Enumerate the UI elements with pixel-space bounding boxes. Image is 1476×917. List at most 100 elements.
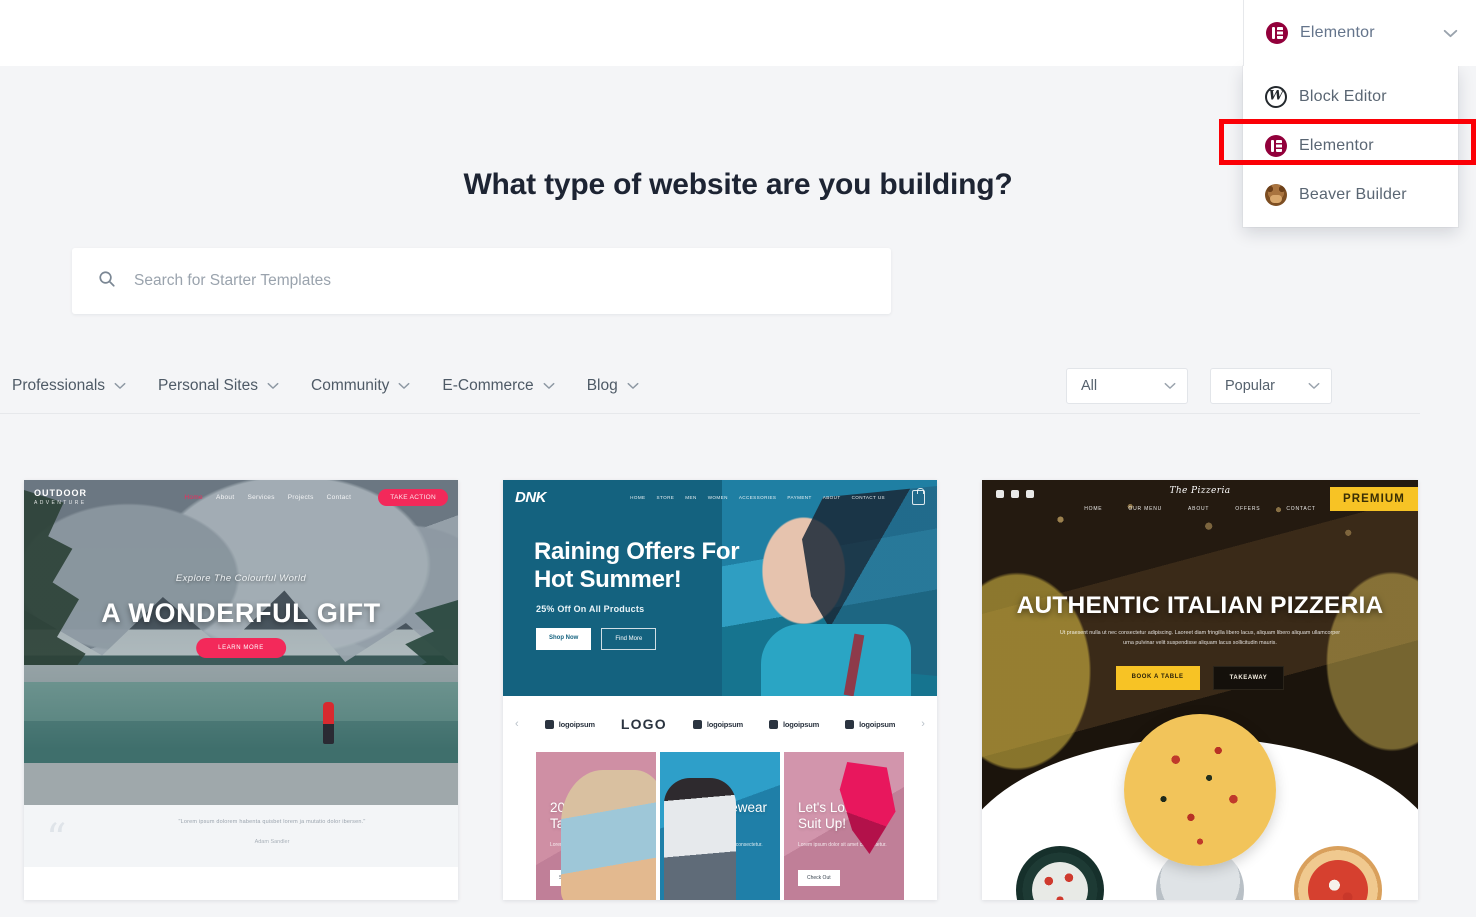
nav-link: Home (184, 493, 203, 501)
chevron-down-icon (1443, 29, 1458, 38)
carousel-prev-icon: ‹ (515, 718, 519, 730)
tile-button: Shop Now (674, 870, 716, 886)
nav-link: ABOUT (1188, 506, 1210, 512)
preview-subheadline: 25% Off On All Products (536, 604, 645, 614)
elementor-icon (1265, 134, 1287, 157)
chevron-down-icon (267, 382, 279, 390)
promo-tile: Latest Eyewear For You Lorem ipsum dolor… (660, 752, 780, 900)
sort-filter-value: Popular (1225, 378, 1275, 394)
page-builder-selector[interactable]: Elementor (1243, 0, 1476, 66)
category-community[interactable]: Community (295, 377, 426, 395)
template-preview-hero: OUTDOOR ADVENTURE Home About Services Pr… (24, 480, 458, 805)
category-filter-group: Professionals Personal Sites Community E… (0, 377, 655, 395)
page-builder-selected-label: Elementor (1300, 24, 1375, 41)
type-filter-select[interactable]: All (1066, 368, 1188, 404)
category-blog[interactable]: Blog (571, 377, 655, 395)
template-grid: OUTDOOR ADVENTURE Home About Services Pr… (0, 480, 1476, 900)
category-label: Personal Sites (158, 377, 258, 394)
dropdown-item-elementor[interactable]: Elementor (1243, 121, 1458, 170)
tile-title: Let's Lorem Suit Up! (798, 800, 869, 832)
brand-logo: LOGO (620, 716, 667, 732)
nav-link: STORE (656, 494, 675, 500)
category-label: Community (311, 377, 390, 394)
promo-tile: Let's Lorem Suit Up! Lorem ipsum dolor s… (784, 752, 904, 900)
dropdown-item-label: Elementor (1299, 136, 1374, 154)
category-label: Professionals (12, 377, 106, 394)
nav-link: OFFERS (1235, 506, 1261, 512)
chevron-down-icon (543, 382, 555, 390)
filter-divider (0, 413, 1420, 414)
category-label: Blog (586, 377, 618, 394)
page-builder-dropdown-menu: W Block Editor Elementor Beaver Builder (1243, 66, 1458, 227)
nav-link: Projects (287, 493, 314, 501)
shirt-illustration (761, 624, 911, 696)
template-card-dnk-ecommerce[interactable]: DNK HOME STORE MEN WOMEN ACCESSORIES PAY… (503, 480, 937, 900)
takeaway-button: TAKEAWAY (1212, 666, 1285, 690)
promo-tile: 20% Off On Tank Tops Lorem ipsum dolor s… (536, 752, 656, 900)
search-input[interactable] (134, 272, 865, 290)
brand-logo: logoipsum (692, 719, 743, 729)
quote-mark-icon: “ (46, 816, 67, 862)
nav-link: About (215, 493, 235, 501)
chevron-down-icon (1164, 382, 1176, 390)
nav-link: Services (247, 493, 275, 501)
category-professionals[interactable]: Professionals (0, 377, 142, 395)
preview-paragraph: Ut praesent nulla ut nec consectetur adi… (1059, 630, 1341, 647)
preview-events-section: UPCOMING EVENTS (24, 867, 458, 900)
nav-link: WOMEN (707, 494, 728, 500)
chevron-down-icon (114, 382, 126, 390)
tile-subtitle: Lorem ipsum dolor sit amet consectetur. (550, 842, 639, 848)
tile-subtitle: Lorem ipsum dolor sit amet consectetur. (674, 842, 763, 848)
dropdown-item-beaver-builder[interactable]: Beaver Builder (1243, 170, 1458, 219)
preview-hero-button: LEARN MORE (196, 638, 286, 658)
beaver-builder-icon (1265, 183, 1287, 206)
preview-quote-section: “ "Lorem ipsum dolorem habenta quisbet l… (24, 805, 458, 867)
sort-filter-group: All Popular (1066, 368, 1332, 404)
tile-button: Shop Now (550, 870, 592, 886)
logo-line-1: OUTDOOR (34, 487, 87, 498)
tile-subtitle: Lorem ipsum dolor sit amet consectetur. (798, 842, 887, 848)
shopping-bag-icon (912, 487, 925, 505)
nav-link: OUR MENU (1128, 506, 1163, 512)
chevron-down-icon (398, 382, 410, 390)
preview-hero-buttons: Shop Now Find More (536, 628, 657, 650)
nav-link: CONTACT US (851, 494, 885, 500)
preview-kicker: Explore The Colourful World (175, 573, 307, 584)
wordpress-icon: W (1265, 85, 1287, 108)
tile-title: 20% Off On Tank Tops (550, 800, 621, 832)
shop-now-button: Shop Now (536, 628, 592, 650)
category-personal-sites[interactable]: Personal Sites (142, 377, 295, 395)
search-bar[interactable] (72, 248, 891, 314)
nav-link: HOME (1084, 506, 1103, 512)
dropdown-item-block-editor[interactable]: W Block Editor (1243, 72, 1458, 121)
tile-button: Check Out (798, 870, 840, 886)
preview-hero-buttons: BOOK A TABLE TAKEAWAY (982, 666, 1418, 690)
template-card-outdoor-adventure[interactable]: OUTDOOR ADVENTURE Home About Services Pr… (24, 480, 458, 900)
dropdown-item-label: Beaver Builder (1299, 185, 1407, 203)
template-card-italian-pizzeria[interactable]: PREMIUM The Pizzeria HOME OUR MENU ABOUT… (982, 480, 1418, 900)
chevron-down-icon (627, 382, 639, 390)
quote-text: "Lorem ipsum dolorem habenta quisbet lor… (178, 819, 366, 825)
pizza-illustration (1124, 714, 1276, 866)
quote-author: Adam Sandler (254, 839, 290, 845)
nav-link: PAYMENT (787, 494, 812, 500)
nav-link: Contact (326, 493, 352, 501)
sort-filter-select[interactable]: Popular (1210, 368, 1332, 404)
category-label: E-Commerce (442, 377, 534, 394)
nav-link: CONTACT (1286, 506, 1316, 512)
preview-headline: Raining Offers For Hot Summer! (534, 538, 740, 594)
filter-bar: Professionals Personal Sites Community E… (0, 358, 1476, 414)
logo-line-2: ADVENTURE (34, 499, 87, 506)
person-illustration (323, 702, 334, 744)
nav-link: HOME (630, 494, 646, 500)
search-icon (98, 270, 116, 293)
brand-logo: logoipsum (544, 719, 595, 729)
elementor-icon (1266, 22, 1288, 44)
category-e-commerce[interactable]: E-Commerce (426, 377, 570, 395)
preview-nav-links: Home About Services Projects Contact TAK… (184, 488, 448, 506)
carousel-next-icon: › (921, 718, 925, 730)
brand-logo: logoipsum (845, 719, 895, 729)
chevron-down-icon (1308, 382, 1320, 390)
premium-badge: PREMIUM (1329, 487, 1418, 511)
dish-illustration (1294, 846, 1382, 900)
